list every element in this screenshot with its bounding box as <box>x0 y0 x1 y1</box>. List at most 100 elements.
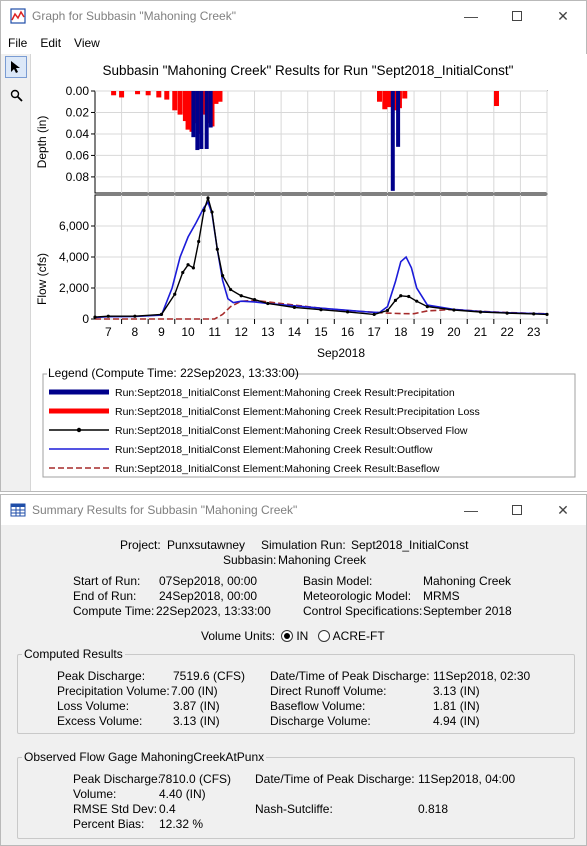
flow-tick-label: 4,000 <box>59 250 89 264</box>
precip-loss-bar <box>217 91 223 102</box>
x-tick-label: 13 <box>261 325 275 339</box>
radio-selected-icon <box>281 630 293 642</box>
observed-flow-marker <box>505 311 509 315</box>
menu-view[interactable]: View <box>67 33 106 53</box>
met-label: Meteorologic Model: <box>303 589 412 603</box>
subbasin-value: Mahoning Creek <box>278 553 367 567</box>
x-tick-label: 14 <box>288 325 302 339</box>
graph-window-titlebar[interactable]: Graph for Subbasin "Mahoning Creek" — ✕ <box>1 1 586 31</box>
observed-flow-marker <box>393 298 398 302</box>
sim-run-value: Sept2018_InitialConst <box>351 538 469 552</box>
x-tick-label: 10 <box>181 325 195 339</box>
precip-loss-bar <box>386 91 392 108</box>
x-tick-label: 16 <box>341 325 355 339</box>
unit-acreft-radio[interactable]: ACRE-FT <box>318 629 385 643</box>
start-value: 07Sep2018, 00:00 <box>159 574 258 588</box>
minimize-button[interactable]: — <box>448 1 494 31</box>
x-tick-label: 11 <box>208 325 221 339</box>
legend-entry-label: Run:Sept2018_InitialConst Element:Mahoni… <box>115 463 440 475</box>
flow-tick-label: 2,000 <box>59 281 89 295</box>
nash-label: Nash-Sutcliffe: <box>255 802 333 816</box>
loss-volume-value: 3.87 (IN) <box>173 699 220 713</box>
precip-loss-bar <box>172 91 178 111</box>
legend-title: Legend (Compute Time: 22Sep2023, 13:33:0… <box>48 366 299 380</box>
obs-peak-discharge-label: Peak Discharge: <box>73 772 162 786</box>
observed-flow-marker <box>202 208 206 213</box>
depth-tick-label: 0.00 <box>66 84 90 98</box>
nash-value: 0.818 <box>418 802 449 816</box>
chart-title: Subbasin "Mahoning Creek" Results for Ru… <box>103 63 514 78</box>
x-tick-label: 21 <box>474 325 488 339</box>
unit-in-label: IN <box>296 629 309 643</box>
x-tick-label: 22 <box>500 325 514 339</box>
legend-marker <box>76 427 82 433</box>
obs-peak-time-value: 11Sep2018, 04:00 <box>418 772 516 786</box>
x-ticks: 7 8 9 10 11 12 13 14 15 16 17 18 19 20 21 22 23 <box>105 319 548 339</box>
x-tick-label: 23 <box>527 325 541 339</box>
obs-peak-discharge-value: 7810.0 (CFS) <box>159 772 232 786</box>
summary-close-button[interactable]: ✕ <box>540 495 586 525</box>
maximize-icon <box>512 11 522 21</box>
menu-edit[interactable]: Edit <box>33 33 67 53</box>
depth-tick-label: 0.04 <box>66 127 90 141</box>
x-tick-label: 9 <box>158 325 165 339</box>
observed-flow-marker <box>345 310 350 314</box>
flow-y-axis-label: Flow (cfs) <box>35 253 49 305</box>
x-tick-label: 17 <box>367 325 381 339</box>
basin-value: Mahoning Creek <box>423 574 512 588</box>
summary-minimize-button[interactable]: — <box>448 495 494 525</box>
peak-time-label: Date/Time of Peak Discharge: <box>270 669 430 683</box>
graph-toolstrip <box>1 54 31 491</box>
discharge-volume-label: Discharge Volume: <box>270 714 371 728</box>
precip-volume-value: 7.00 (IN) <box>171 684 218 698</box>
x-tick-label: 20 <box>447 325 461 339</box>
observed-flow-marker <box>532 312 536 316</box>
control-label: Control Specifications: <box>303 604 423 618</box>
legend-entry-label: Run:Sept2018_InitialConst Element:Mahoni… <box>115 387 455 399</box>
close-icon: ✕ <box>557 501 569 518</box>
project-label: Project: <box>120 538 161 552</box>
sim-run-label: Simulation Run: <box>261 538 346 552</box>
graph-window: Graph for Subbasin "Mahoning Creek" — ✕ … <box>0 0 587 492</box>
legend-entry-label: Run:Sept2018_InitialConst Element:Mahoni… <box>115 406 480 418</box>
zoom-tool-button[interactable] <box>5 84 27 106</box>
direct-runoff-value: 3.13 (IN) <box>433 684 480 698</box>
direct-runoff-label: Direct Runoff Volume: <box>270 684 387 698</box>
obs-peak-time-label: Date/Time of Peak Discharge: <box>255 772 415 786</box>
precip-bar <box>204 91 209 149</box>
table-app-icon <box>10 503 26 517</box>
observed-flow-marker <box>478 310 483 314</box>
obs-volume-label: Volume: <box>73 787 117 801</box>
precip-loss-bar <box>119 91 125 98</box>
pointer-icon <box>11 61 20 73</box>
maximize-button[interactable] <box>494 1 540 31</box>
precip-loss-bar <box>156 91 162 98</box>
peak-discharge-label: Peak Discharge: <box>57 669 146 683</box>
precip-loss-bar <box>135 91 141 95</box>
precip-bar <box>195 91 200 151</box>
x-tick-label: 18 <box>394 325 408 339</box>
observed-flow-marker <box>399 294 403 298</box>
depth-tick-label: 0.06 <box>66 148 90 162</box>
menu-file[interactable]: File <box>1 33 33 53</box>
depth-tick-label: 0.02 <box>66 105 90 119</box>
excess-volume-label: Excess Volume: <box>57 714 143 728</box>
x-axis-label: Sep2018 <box>317 346 365 360</box>
observed-flow-marker <box>372 312 376 316</box>
pointer-tool-button[interactable] <box>5 56 27 78</box>
precip-loss-bar <box>177 91 183 115</box>
precip-bar <box>390 91 395 191</box>
summary-window-titlebar[interactable]: Summary Results for Subbasin "Mahoning C… <box>1 495 586 525</box>
observed-flow-marker <box>385 308 390 313</box>
summary-maximize-button[interactable] <box>494 495 540 525</box>
unit-in-radio[interactable]: IN <box>281 629 308 643</box>
precip-bar <box>191 91 196 138</box>
x-tick-label: 19 <box>421 325 435 339</box>
plot-area: Subbasin "Mahoning Creek" Results for Ru… <box>31 54 587 491</box>
observed-flow-marker <box>159 312 164 316</box>
close-button[interactable]: ✕ <box>540 1 586 31</box>
observed-flow-marker <box>229 287 233 292</box>
observed-flow-marker <box>215 247 219 251</box>
loss-volume-label: Loss Volume: <box>57 699 130 713</box>
observed-flow-marker <box>221 274 225 278</box>
